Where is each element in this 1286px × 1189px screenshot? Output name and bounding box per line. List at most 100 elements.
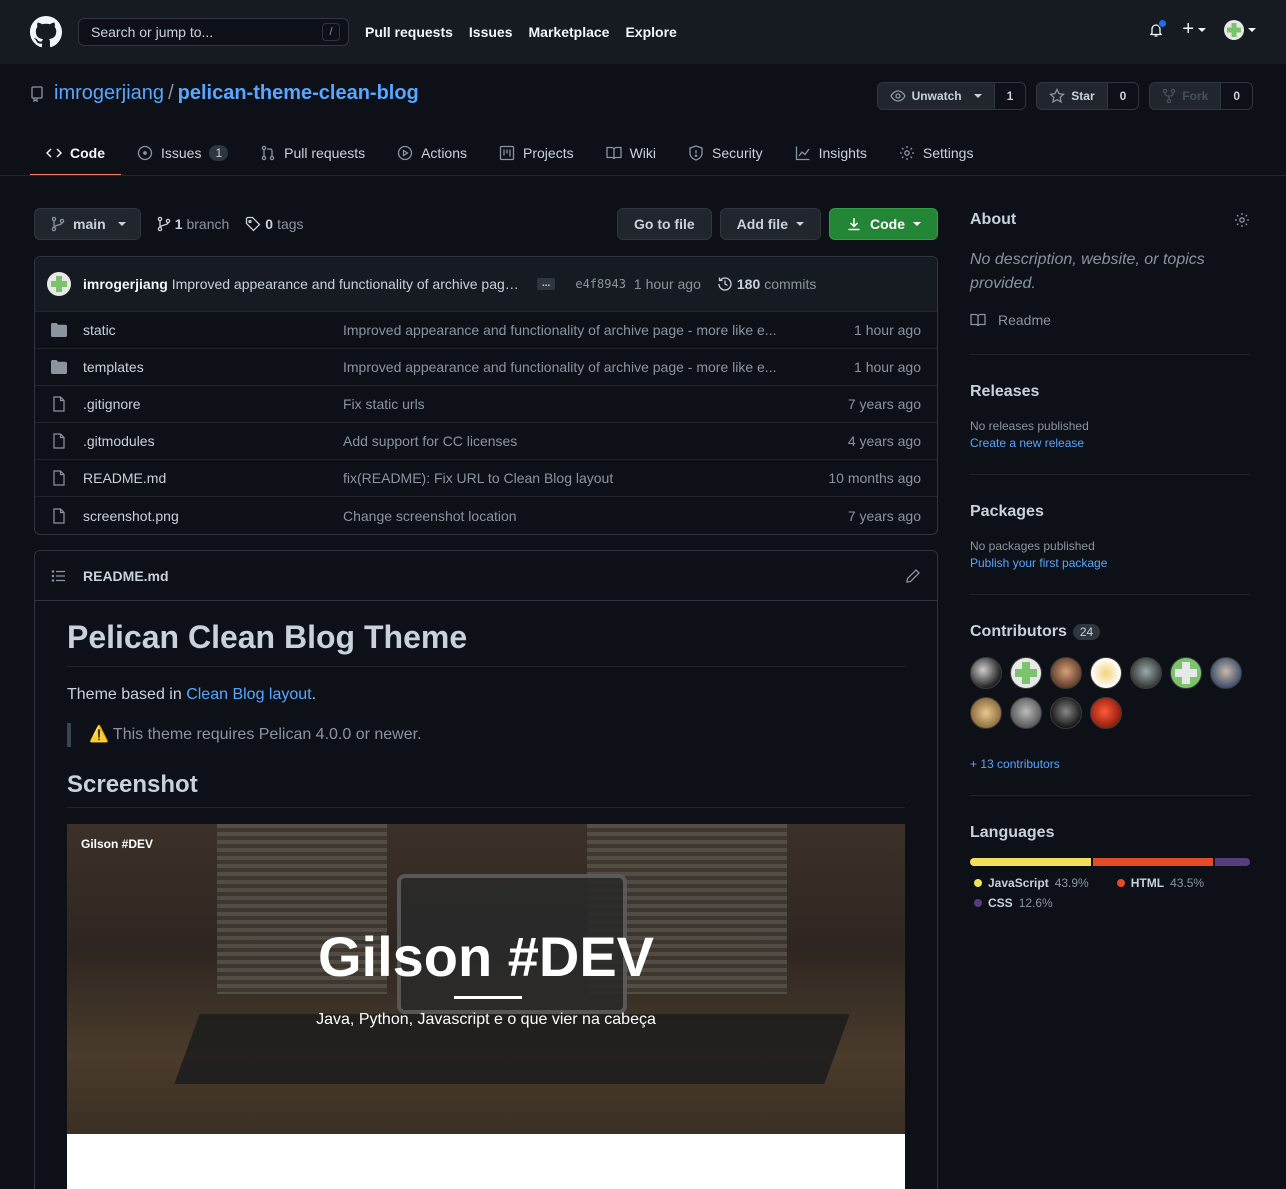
languages-title: Languages (970, 824, 1055, 841)
nav-explore[interactable]: Explore (625, 24, 676, 40)
file-age: 1 hour ago (854, 322, 921, 338)
image-white-area (67, 1134, 905, 1189)
language-item[interactable]: JavaScript 43.9% (974, 876, 1089, 890)
clean-blog-link[interactable]: Clean Blog layout (186, 686, 311, 703)
file-row[interactable]: README.md fix(README): Fix URL to Clean … (35, 460, 937, 497)
avatar[interactable] (1010, 697, 1042, 729)
unwatch-button[interactable]: Unwatch (878, 83, 995, 109)
branch-select-button[interactable]: main (34, 208, 141, 240)
tab-label: Code (70, 145, 105, 161)
file-name[interactable]: screenshot.png (83, 508, 343, 524)
avatar[interactable] (1130, 657, 1162, 689)
tab-settings[interactable]: Settings (883, 130, 990, 176)
file-commit-message[interactable]: Improved appearance and functionality of… (343, 322, 854, 338)
readme-link-label: Readme (998, 312, 1051, 328)
user-menu-button[interactable] (1224, 19, 1256, 40)
file-commit-message[interactable]: Fix static urls (343, 396, 848, 412)
avatar[interactable] (1170, 657, 1202, 689)
file-name[interactable]: templates (83, 359, 343, 375)
branch-icon (157, 216, 170, 232)
file-commit-message[interactable]: Add support for CC licenses (343, 433, 848, 449)
avatar[interactable] (1210, 657, 1242, 689)
star-button[interactable]: Star (1037, 83, 1108, 109)
create-release-link[interactable]: Create a new release (970, 436, 1250, 450)
fork-count[interactable]: 0 (1221, 83, 1252, 109)
add-file-button[interactable]: Add file (719, 208, 821, 240)
avatar[interactable] (1050, 697, 1082, 729)
file-name[interactable]: README.md (83, 470, 343, 486)
nav-marketplace[interactable]: Marketplace (529, 24, 610, 40)
file-commit-message[interactable]: fix(README): Fix URL to Clean Blog layou… (343, 470, 828, 486)
search-input[interactable]: Search or jump to... / (78, 18, 349, 46)
avatar[interactable] (1010, 657, 1042, 689)
repo-owner-link[interactable]: imrogerjiang (54, 82, 164, 105)
tab-pull-requests[interactable]: Pull requests (244, 130, 381, 176)
more-contributors-link[interactable]: + 13 contributors (970, 757, 1250, 771)
tab-wiki[interactable]: Wiki (590, 130, 672, 176)
tab-code[interactable]: Code (30, 130, 121, 176)
file-row[interactable]: screenshot.png Change screenshot locatio… (35, 497, 937, 534)
code-download-button[interactable]: Code (829, 208, 938, 240)
latest-commit-message[interactable]: imrogerjiang Improved appearance and fun… (83, 276, 523, 292)
readme-link[interactable]: Readme (970, 312, 1250, 328)
avatar[interactable] (1050, 657, 1082, 689)
file-commit-message[interactable]: Change screenshot location (343, 508, 848, 524)
tab-projects[interactable]: Projects (483, 130, 590, 176)
tab-actions[interactable]: Actions (381, 130, 483, 176)
avatar[interactable] (1090, 697, 1122, 729)
releases-title[interactable]: Releases (970, 383, 1250, 401)
avatar[interactable] (1090, 657, 1122, 689)
avatar[interactable] (47, 272, 71, 296)
commit-author[interactable]: imrogerjiang (83, 276, 168, 292)
avatar[interactable] (970, 697, 1002, 729)
contributors-heading[interactable]: Contributors 24 (970, 623, 1250, 641)
expand-commit-button[interactable]: ... (537, 278, 556, 290)
file-name[interactable]: .gitmodules (83, 433, 343, 449)
commits-link[interactable]: 180 commits (717, 276, 816, 292)
commit-sha[interactable]: e4f8943 (575, 277, 626, 291)
tags-link[interactable]: 0 tags (245, 216, 304, 232)
notifications-button[interactable] (1148, 18, 1168, 38)
packages-empty: No packages published (970, 539, 1095, 553)
create-new-button[interactable]: + (1182, 18, 1206, 41)
gear-icon (899, 146, 914, 160)
github-logo-icon[interactable] (30, 16, 62, 48)
commit-time: 1 hour ago (633, 276, 701, 292)
file-row[interactable]: static Improved appearance and functiona… (35, 312, 937, 349)
fork-button-group: Fork 0 (1149, 82, 1253, 110)
gear-icon[interactable] (1234, 212, 1250, 228)
nav-pull-requests[interactable]: Pull requests (365, 24, 453, 40)
tab-label: Actions (421, 145, 468, 161)
tab-security[interactable]: Security (672, 130, 779, 176)
file-name[interactable]: .gitignore (83, 396, 343, 412)
file-row[interactable]: templates Improved appearance and functi… (35, 349, 937, 386)
list-icon[interactable] (51, 568, 67, 584)
packages-title[interactable]: Packages (970, 503, 1250, 521)
language-percent: 12.6% (1018, 896, 1053, 910)
file-row[interactable]: .gitignore Fix static urls 7 years ago (35, 386, 937, 423)
go-to-file-button[interactable]: Go to file (616, 208, 712, 240)
file-commit-message[interactable]: Improved appearance and functionality of… (343, 359, 854, 375)
branch-name: main (73, 216, 106, 232)
language-item[interactable]: HTML 43.5% (1116, 876, 1204, 890)
readme-body: Pelican Clean Blog Theme Theme based in … (35, 601, 937, 1189)
issue-icon (137, 145, 153, 161)
nav-issues[interactable]: Issues (469, 24, 513, 40)
avatar[interactable] (970, 657, 1002, 689)
language-item[interactable]: CSS 12.6% (974, 896, 1226, 910)
tab-insights[interactable]: Insights (779, 130, 883, 176)
repo-icon (31, 85, 43, 102)
commit-word: commits (764, 276, 817, 292)
repo-name-link[interactable]: pelican-theme-clean-blog (178, 82, 419, 105)
tab-issues[interactable]: Issues 1 (121, 130, 244, 176)
folder-icon (51, 360, 67, 374)
publish-package-link[interactable]: Publish your first package (970, 556, 1250, 570)
pencil-icon[interactable] (905, 568, 921, 584)
watch-count[interactable]: 1 (994, 83, 1026, 109)
fork-button[interactable]: Fork (1150, 83, 1222, 109)
file-age: 4 years ago (847, 433, 921, 449)
branches-link[interactable]: 1 branch (157, 216, 229, 232)
file-name[interactable]: static (83, 322, 343, 338)
star-count[interactable]: 0 (1107, 83, 1139, 109)
file-row[interactable]: .gitmodules Add support for CC licenses … (35, 423, 937, 460)
